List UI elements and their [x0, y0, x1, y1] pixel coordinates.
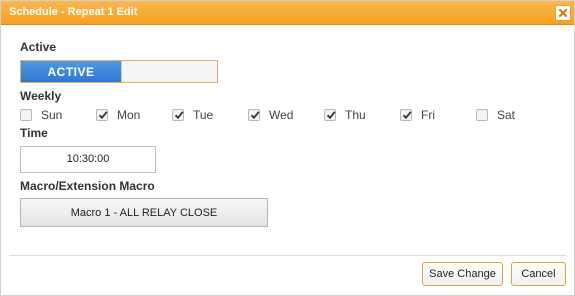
- active-toggle-off: [121, 61, 217, 82]
- schedule-edit-dialog: Schedule - Repeat 1 Edit Active ACTIVE W…: [0, 0, 575, 296]
- day-label: Thu: [345, 108, 366, 122]
- checkmark-icon: [174, 111, 184, 120]
- time-label: Time: [20, 126, 48, 140]
- checkbox[interactable]: [324, 109, 336, 121]
- checkbox[interactable]: [248, 109, 260, 121]
- active-toggle[interactable]: ACTIVE: [20, 60, 218, 83]
- time-input[interactable]: 10:30:00: [20, 146, 156, 173]
- active-toggle-on: ACTIVE: [21, 61, 121, 82]
- day-label: Wed: [269, 108, 294, 122]
- close-button[interactable]: [555, 5, 571, 21]
- day-checkbox-tue[interactable]: Tue: [172, 108, 213, 122]
- day-checkbox-wed[interactable]: Wed: [248, 108, 293, 122]
- day-checkbox-sat[interactable]: Sat: [476, 108, 515, 122]
- checkbox[interactable]: [400, 109, 412, 121]
- macro-select-button[interactable]: Macro 1 - ALL RELAY CLOSE: [20, 198, 268, 227]
- day-label: Fri: [421, 108, 435, 122]
- checkbox[interactable]: [476, 109, 488, 121]
- cancel-button[interactable]: Cancel: [511, 262, 566, 286]
- dialog-title: Schedule - Repeat 1 Edit: [9, 6, 138, 18]
- dialog-titlebar: Schedule - Repeat 1 Edit: [1, 1, 574, 25]
- checkbox[interactable]: [172, 109, 184, 121]
- day-label: Sun: [41, 108, 63, 122]
- day-checkbox-mon[interactable]: Mon: [96, 108, 140, 122]
- day-checkbox-sun[interactable]: Sun: [20, 108, 62, 122]
- macro-label: Macro/Extension Macro: [20, 179, 155, 193]
- checkmark-icon: [326, 111, 336, 120]
- checkmark-icon: [250, 111, 260, 120]
- checkmark-icon: [402, 111, 412, 120]
- day-checkbox-fri[interactable]: Fri: [400, 108, 435, 122]
- active-label: Active: [20, 40, 57, 54]
- close-icon: [558, 8, 568, 18]
- checkmark-icon: [98, 111, 108, 120]
- day-label: Mon: [117, 108, 141, 122]
- day-label: Sat: [497, 108, 516, 122]
- checkbox[interactable]: [96, 109, 108, 121]
- day-label: Tue: [193, 108, 214, 122]
- day-checkbox-thu[interactable]: Thu: [324, 108, 366, 122]
- save-change-button[interactable]: Save Change: [422, 262, 503, 286]
- weekly-label: Weekly: [20, 89, 62, 103]
- checkbox[interactable]: [20, 109, 32, 121]
